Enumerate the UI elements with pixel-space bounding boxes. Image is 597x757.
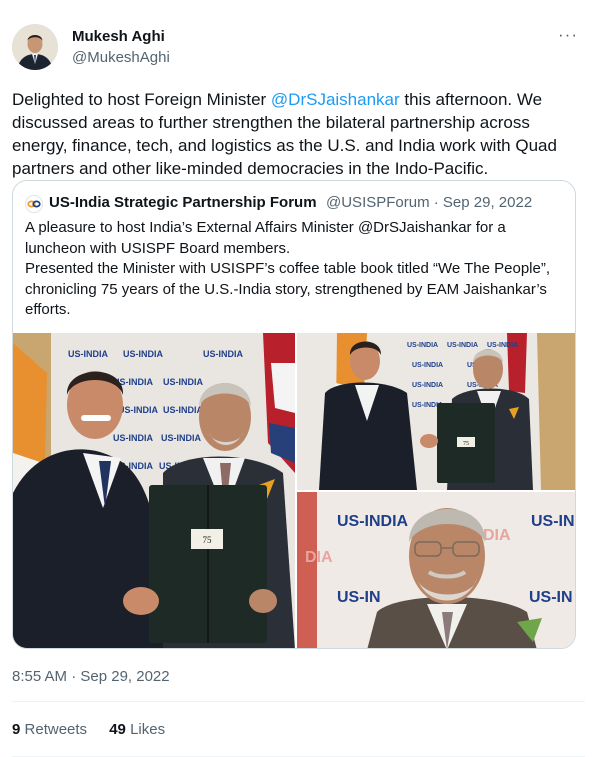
likes-count: 49 <box>109 721 126 738</box>
svg-text:US-INDIA: US-INDIA <box>163 377 203 387</box>
quoted-meta[interactable]: @USISPForum · Sep 29, 2022 <box>326 194 532 211</box>
tweet-card: Mukesh Aghi @MukeshAghi ··· Delighted to… <box>0 0 597 757</box>
avatar[interactable] <box>12 24 58 70</box>
svg-text:DIA: DIA <box>483 527 511 544</box>
svg-text:US-INDIA: US-INDIA <box>123 349 163 359</box>
mention-link[interactable]: @DrSJaishankar <box>271 90 400 109</box>
svg-text:US-INDIA: US-INDIA <box>161 433 201 443</box>
svg-text:US-IN: US-IN <box>337 589 381 606</box>
svg-text:DIA: DIA <box>305 549 333 566</box>
svg-text:US-INDIA: US-INDIA <box>412 362 443 369</box>
quoted-text-line: A pleasure to host India’s External Affa… <box>25 219 506 257</box>
svg-text:US-INDIA: US-INDIA <box>163 405 203 415</box>
retweets-label: Retweets <box>24 721 88 738</box>
tweet-text: Delighted to host Foreign Minister @DrSJ… <box>12 88 582 180</box>
photo-book-presentation[interactable]: US-INDIA US-INDIA US-INDIA US-INDIA US-INDI… <box>297 333 575 490</box>
likes-stat[interactable]: 49 Likes <box>109 721 165 738</box>
svg-text:US-IN: US-IN <box>529 589 573 606</box>
quoted-avatar-logo-icon[interactable] <box>25 195 43 213</box>
svg-text:US-INDIA: US-INDIA <box>68 349 108 359</box>
divider <box>12 701 585 702</box>
retweets-count: 9 <box>12 721 21 738</box>
svg-text:US-INDIA: US-INDIA <box>412 382 443 389</box>
tweet-stats: 9 Retweets 49 Likes <box>12 721 183 738</box>
quoted-display-name[interactable]: US-India Strategic Partnership Forum <box>49 194 317 211</box>
svg-text:US-IN: US-IN <box>531 513 575 530</box>
book-label: 75 <box>203 535 213 545</box>
svg-text:US-INDIA: US-INDIA <box>113 433 153 443</box>
more-options-icon[interactable]: ··· <box>554 26 582 48</box>
tweet-timestamp[interactable]: 8:55 AM · Sep 29, 2022 <box>12 668 170 685</box>
retweets-stat[interactable]: 9 Retweets <box>12 721 87 738</box>
book-label: 75 <box>463 441 469 447</box>
photo-closeup-portrait[interactable]: US-INDIA DIA US-IN US-IN DIA US-IN <box>297 492 575 648</box>
quoted-text-line: Presented the Minister with USISPF’s cof… <box>25 260 550 318</box>
svg-text:US-INDIA: US-INDIA <box>118 405 158 415</box>
tweet-text-part: Delighted to host Foreign Minister <box>12 90 271 109</box>
author-display-name[interactable]: Mukesh Aghi <box>72 28 165 45</box>
svg-text:US-INDIA: US-INDIA <box>487 342 518 349</box>
svg-text:US-INDIA: US-INDIA <box>407 342 438 349</box>
svg-text:US-INDIA: US-INDIA <box>203 349 243 359</box>
svg-text:US-INDIA: US-INDIA <box>337 513 409 530</box>
quoted-tweet[interactable]: US-India Strategic Partnership Forum @US… <box>12 180 576 649</box>
likes-label: Likes <box>130 721 166 738</box>
svg-text:US-INDIA: US-INDIA <box>447 342 478 349</box>
author-handle[interactable]: @MukeshAghi <box>72 49 170 66</box>
quoted-text: A pleasure to host India’s External Affa… <box>25 218 565 321</box>
photo-handshake-book[interactable]: US-INDIA US-INDIA US-INDIA US-INDIA US-INDI… <box>13 333 295 648</box>
